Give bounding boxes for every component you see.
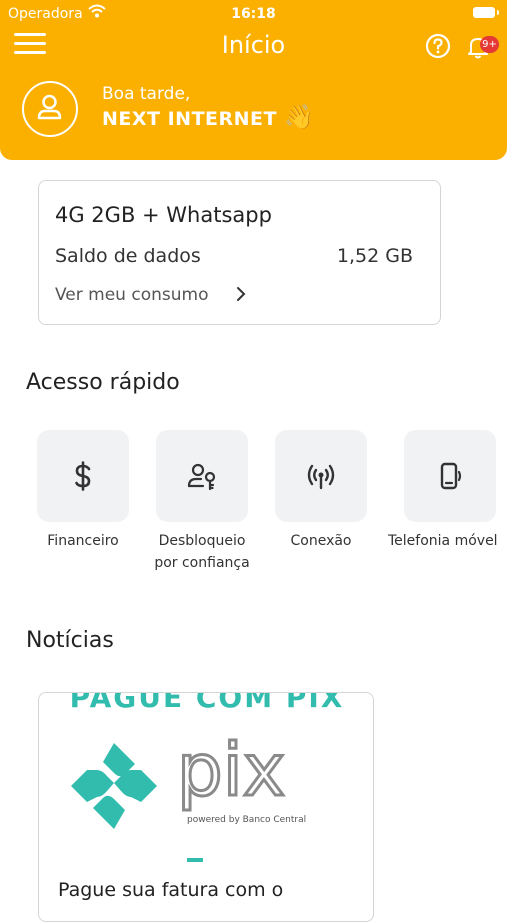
status-bar: Operadora 16:18 bbox=[0, 0, 507, 28]
battery-icon bbox=[473, 7, 499, 18]
notification-badge: 9+ bbox=[480, 36, 499, 53]
balance-label: Saldo de dados bbox=[55, 245, 201, 267]
notifications-button[interactable]: 9+ bbox=[467, 33, 499, 61]
plan-name: 4G 2GB + Whatsapp bbox=[55, 203, 272, 227]
dollar-icon bbox=[75, 461, 91, 491]
quick-access-title: Acesso rápido bbox=[26, 370, 180, 395]
quick-access-telefonia[interactable]: Telefonia móvel bbox=[388, 430, 498, 549]
quick-access-label: Telefonia móvel bbox=[388, 533, 498, 549]
wave-emoji: 👋 bbox=[284, 103, 314, 131]
chevron-right-icon bbox=[235, 285, 247, 307]
mobile-phone-icon bbox=[440, 462, 462, 490]
balance-value: 1,52 GB bbox=[336, 245, 413, 267]
greeting-text: Boa tarde, bbox=[102, 84, 191, 104]
svg-text:pix: pix bbox=[177, 733, 285, 812]
quick-access-financeiro[interactable]: Financeiro bbox=[37, 430, 129, 549]
view-consumption-link[interactable]: Ver meu consumo bbox=[55, 285, 208, 305]
pix-powered-by: powered by Banco Central bbox=[187, 815, 307, 825]
help-button[interactable] bbox=[425, 33, 451, 59]
antenna-icon bbox=[307, 464, 335, 490]
pix-logo-icon bbox=[71, 743, 157, 829]
help-icon bbox=[425, 33, 451, 59]
user-name: NEXT INTERNET bbox=[102, 108, 277, 130]
banner-heading: PAGUE COM PIX bbox=[69, 692, 345, 714]
quick-access-conexao[interactable]: Conexão bbox=[275, 430, 367, 549]
avatar[interactable] bbox=[22, 81, 78, 137]
user-key-icon bbox=[187, 463, 216, 491]
plan-card[interactable]: 4G 2GB + Whatsapp Saldo de dados 1,52 GB… bbox=[38, 180, 441, 325]
news-headline: Pague sua fatura com o bbox=[58, 879, 284, 901]
clock: 16:18 bbox=[231, 6, 276, 22]
user-icon bbox=[37, 94, 62, 120]
pix-wordmark: pix bbox=[177, 733, 287, 813]
quick-access-desbloqueio[interactable]: Desbloqueio por confiança bbox=[154, 430, 250, 571]
banner-divider bbox=[187, 858, 203, 862]
app-header: Operadora 16:18 Início 9+ Boa tarde, NEX… bbox=[0, 0, 507, 160]
news-title: Notícias bbox=[26, 628, 114, 653]
quick-access-label: Conexão bbox=[290, 533, 352, 549]
news-card[interactable]: PAGUE COM PIX pix powered by Banco Centr… bbox=[38, 692, 374, 922]
